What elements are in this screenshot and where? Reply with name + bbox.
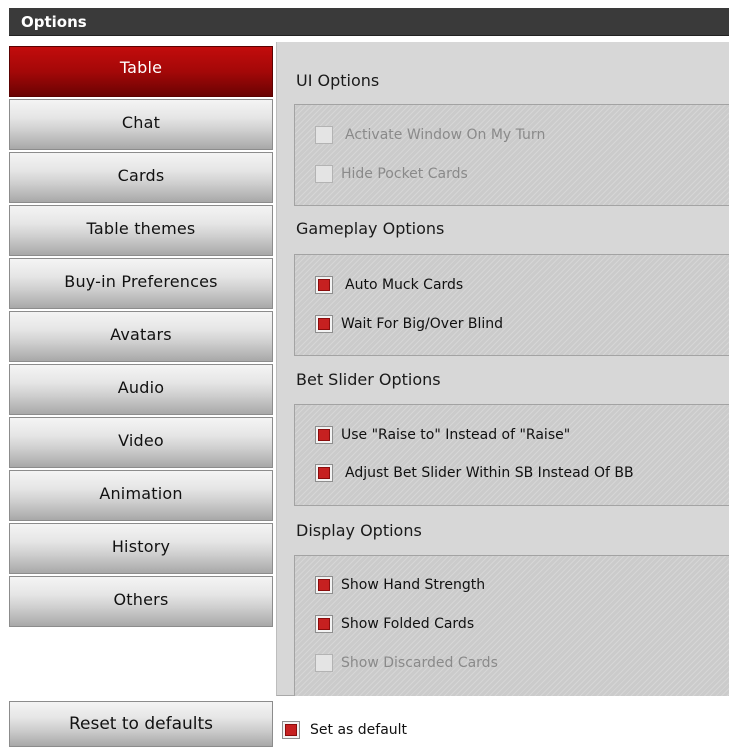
nav-item-chat[interactable]: Chat xyxy=(9,99,273,150)
checkbox-box xyxy=(315,464,333,482)
check-mark-icon xyxy=(318,467,330,479)
nav-item-buy-in-preferences[interactable]: Buy-in Preferences xyxy=(9,258,273,309)
checkbox-box xyxy=(315,315,333,333)
show-hand-strength-checkbox[interactable]: Show Hand Strength xyxy=(315,574,485,596)
nav-item-audio[interactable]: Audio xyxy=(9,364,273,415)
check-mark-icon xyxy=(285,724,297,736)
checkbox-box xyxy=(315,615,333,633)
set-as-default-checkbox[interactable]: Set as default xyxy=(282,719,407,741)
section-title-ui-options: UI Options xyxy=(296,71,380,90)
option-label: Hide Pocket Cards xyxy=(341,166,468,182)
nav-item-animation[interactable]: Animation xyxy=(9,470,273,521)
checkbox-box xyxy=(315,576,333,594)
adjust-bet-slider-checkbox[interactable]: Adjust Bet Slider Within SB Instead Of B… xyxy=(315,462,634,484)
checkbox-box xyxy=(282,721,300,739)
option-label: Show Folded Cards xyxy=(341,616,475,632)
checkbox-box xyxy=(315,654,333,672)
nav-item-table[interactable]: Table xyxy=(9,46,273,97)
section-title-display-options: Display Options xyxy=(296,521,422,540)
gameplay-options-group: Auto Muck Cards Wait For Big/Over Blind xyxy=(294,254,729,356)
check-mark-icon xyxy=(318,429,330,441)
activate-window-on-turn-checkbox[interactable]: Activate Window On My Turn xyxy=(315,124,545,146)
nav-item-table-themes[interactable]: Table themes xyxy=(9,205,273,256)
nav-item-cards[interactable]: Cards xyxy=(9,152,273,203)
option-label: Activate Window On My Turn xyxy=(345,127,546,143)
section-title-bet-slider-options: Bet Slider Options xyxy=(296,370,441,389)
wait-for-big-blind-checkbox[interactable]: Wait For Big/Over Blind xyxy=(315,313,503,335)
options-title-bar: Options xyxy=(9,8,729,36)
option-label: Wait For Big/Over Blind xyxy=(341,316,504,332)
set-as-default-label: Set as default xyxy=(310,722,408,738)
reset-to-defaults-button[interactable]: Reset to defaults xyxy=(9,701,273,747)
window-title: Options xyxy=(21,13,87,31)
option-label: Adjust Bet Slider Within SB Instead Of B… xyxy=(345,465,634,481)
display-options-group: Show Hand Strength Show Folded Cards Sho… xyxy=(294,555,729,696)
check-mark-icon xyxy=(318,579,330,591)
checkbox-box xyxy=(315,126,333,144)
nav-item-others[interactable]: Others xyxy=(9,576,273,627)
option-label: Auto Muck Cards xyxy=(345,277,464,293)
option-label: Show Discarded Cards xyxy=(341,655,498,671)
nav-item-history[interactable]: History xyxy=(9,523,273,574)
option-label: Use "Raise to" Instead of "Raise" xyxy=(341,427,571,443)
check-mark-icon xyxy=(318,318,330,330)
option-label: Show Hand Strength xyxy=(341,577,486,593)
table-options-panel: UI Options Activate Window On My Turn Hi… xyxy=(276,42,729,696)
hide-pocket-cards-checkbox[interactable]: Hide Pocket Cards xyxy=(315,163,468,185)
use-raise-to-checkbox[interactable]: Use "Raise to" Instead of "Raise" xyxy=(315,424,570,446)
bet-slider-options-group: Use "Raise to" Instead of "Raise" Adjust… xyxy=(294,404,729,506)
check-mark-icon xyxy=(318,279,330,291)
nav-item-video[interactable]: Video xyxy=(9,417,273,468)
nav-item-avatars[interactable]: Avatars xyxy=(9,311,273,362)
ui-options-group: Activate Window On My Turn Hide Pocket C… xyxy=(294,104,729,206)
show-discarded-cards-checkbox[interactable]: Show Discarded Cards xyxy=(315,652,498,674)
checkbox-box xyxy=(315,426,333,444)
check-mark-icon xyxy=(318,618,330,630)
checkbox-box xyxy=(315,165,333,183)
auto-muck-cards-checkbox[interactable]: Auto Muck Cards xyxy=(315,274,463,296)
checkbox-box xyxy=(315,276,333,294)
section-title-gameplay-options: Gameplay Options xyxy=(296,219,445,238)
show-folded-cards-checkbox[interactable]: Show Folded Cards xyxy=(315,613,474,635)
